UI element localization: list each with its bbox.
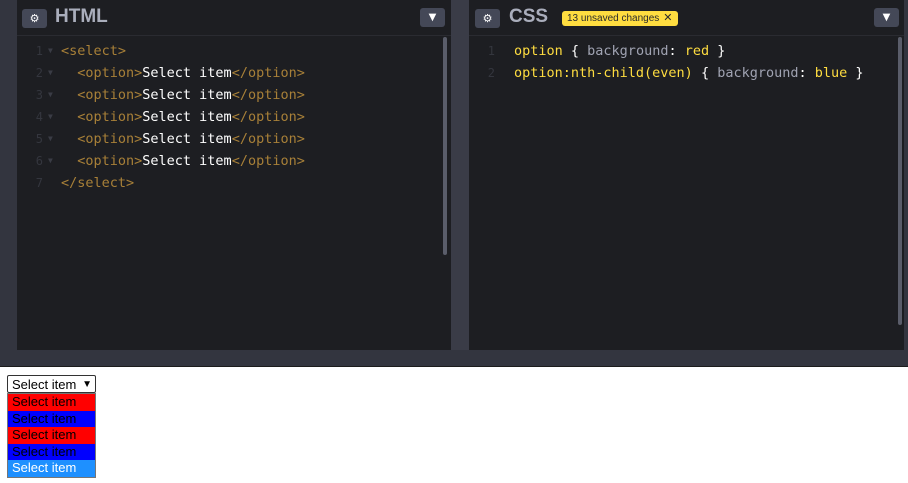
code-line: 4 ▼ <option>Select item</option> [17,106,451,128]
gear-icon: ⚙ [482,12,493,25]
item-select[interactable]: Select item ▼ [7,375,96,393]
html-scrollbar[interactable] [443,37,447,255]
code-text: <option>Select item</option> [61,106,305,128]
code-token: <option> [61,131,143,147]
code-line: 7 </select> [17,172,451,194]
code-text: <option>Select item</option> [61,150,305,172]
code-token: blue [814,65,848,81]
code-token: <select> [61,43,127,59]
code-token: Select item [142,109,232,125]
line-number: 2 [487,66,495,80]
code-token: </select> [61,175,135,191]
code-line: 2 option:nth-child(even) { background: bl… [469,62,904,84]
panel-resize-handle[interactable] [451,0,469,350]
code-text: option:nth-child(even) { background: blu… [514,62,864,84]
line-number: 4 [35,110,43,124]
line-number: 7 [35,176,43,190]
code-line: 6 ▼ <option>Select item</option> [17,150,451,172]
unsaved-changes-badge[interactable]: 13 unsaved changes ✕ [562,11,678,26]
select-option[interactable]: Select item [8,427,95,444]
code-token: <option> [61,153,143,169]
line-number: 5 [35,132,43,146]
code-token: red [684,43,710,59]
select-option[interactable]: Select item [8,443,95,460]
select-option[interactable]: Select item [8,394,95,411]
chevron-down-icon: ▼ [82,379,92,390]
chevron-down-icon: ▼ [428,12,437,23]
line-number: 1 [35,44,43,58]
code-token: background [587,43,669,59]
code-text: option { background: red } [514,40,725,62]
css-settings-button[interactable]: ⚙ [475,9,500,28]
code-line: 1 ▼ <select> [17,40,451,62]
code-line: 2 ▼ <option>Select item</option> [17,62,451,84]
code-token: background [717,65,799,81]
line-number: 6 [35,154,43,168]
code-line: 1 option { background: red } [469,40,904,62]
line-number: 3 [35,88,43,102]
code-token: </option> [231,131,305,147]
code-line: 3 ▼ <option>Select item</option> [17,84,451,106]
left-resize-strip[interactable] [0,0,17,350]
code-token: option:nth-child(even) [514,65,693,81]
css-panel-header: ⚙ CSS 13 unsaved changes ✕ ▼ [469,0,904,36]
fold-arrow-icon[interactable]: ▼ [48,150,53,172]
line-number: 1 [487,44,495,58]
gear-icon: ⚙ [29,12,40,25]
fold-arrow-icon[interactable]: ▼ [48,106,53,128]
select-option-highlighted[interactable]: Select item [8,460,95,477]
html-panel-header: ⚙ HTML ▼ [17,0,451,36]
code-text: <option>Select item</option> [61,62,305,84]
code-text: </select> [61,172,134,194]
code-token: </option> [231,153,305,169]
html-code-area[interactable]: 1 ▼ <select> 2 ▼ <option>Select item</optio… [17,40,451,194]
css-panel-title: CSS [509,6,549,27]
select-option[interactable]: Select item [8,410,95,427]
html-panel-title: HTML [55,6,108,27]
css-editor-panel: ⚙ CSS 13 unsaved changes ✕ ▼ 1 option { ba… [469,0,904,350]
code-token: { [562,43,588,59]
code-token: Select item [142,153,232,169]
code-token: <option> [61,87,143,103]
right-edge-strip [904,0,908,350]
code-token: } [709,43,726,59]
html-settings-button[interactable]: ⚙ [22,9,47,28]
fold-arrow-icon[interactable]: ▼ [48,62,53,84]
code-token: { [692,65,718,81]
code-token: : [668,43,685,59]
code-token: Select item [142,87,232,103]
html-collapse-button[interactable]: ▼ [420,8,445,27]
select-dropdown-list: Select item Select item Select item Sele… [7,393,96,478]
code-token: } [847,65,864,81]
code-token: </option> [231,65,305,81]
code-text: <select> [61,40,126,62]
editor-area: ⚙ HTML ▼ 1 ▼ <select> 2 ▼ <option>Select it… [0,0,908,367]
code-token: Select item [142,131,232,147]
code-text: <option>Select item</option> [61,84,305,106]
code-text: <option>Select item</option> [61,128,305,150]
unsaved-changes-text: 13 unsaved changes [567,13,660,24]
css-code-area[interactable]: 1 option { background: red } 2 option:nth-… [469,40,904,84]
resize-bar[interactable] [0,350,908,367]
code-line: 5 ▼ <option>Select item</option> [17,128,451,150]
code-token: Select item [142,65,232,81]
fold-arrow-icon[interactable]: ▼ [48,40,53,62]
code-token: <option> [61,109,143,125]
fold-arrow-icon[interactable]: ▼ [48,128,53,150]
result-preview: Select item ▼ Select item Select item Se… [0,367,908,483]
code-token: </option> [231,87,305,103]
code-token: : [798,65,815,81]
code-token: <option> [61,65,143,81]
code-token: option [514,43,563,59]
chevron-down-icon: ▼ [882,12,891,23]
css-collapse-button[interactable]: ▼ [874,8,899,27]
code-token: </option> [231,109,305,125]
html-editor-panel: ⚙ HTML ▼ 1 ▼ <select> 2 ▼ <option>Select it… [17,0,451,350]
select-value: Select item [12,377,77,392]
fold-arrow-icon[interactable]: ▼ [48,84,53,106]
close-icon[interactable]: ✕ [663,12,672,24]
css-scrollbar[interactable] [898,37,902,325]
line-number: 2 [35,66,43,80]
